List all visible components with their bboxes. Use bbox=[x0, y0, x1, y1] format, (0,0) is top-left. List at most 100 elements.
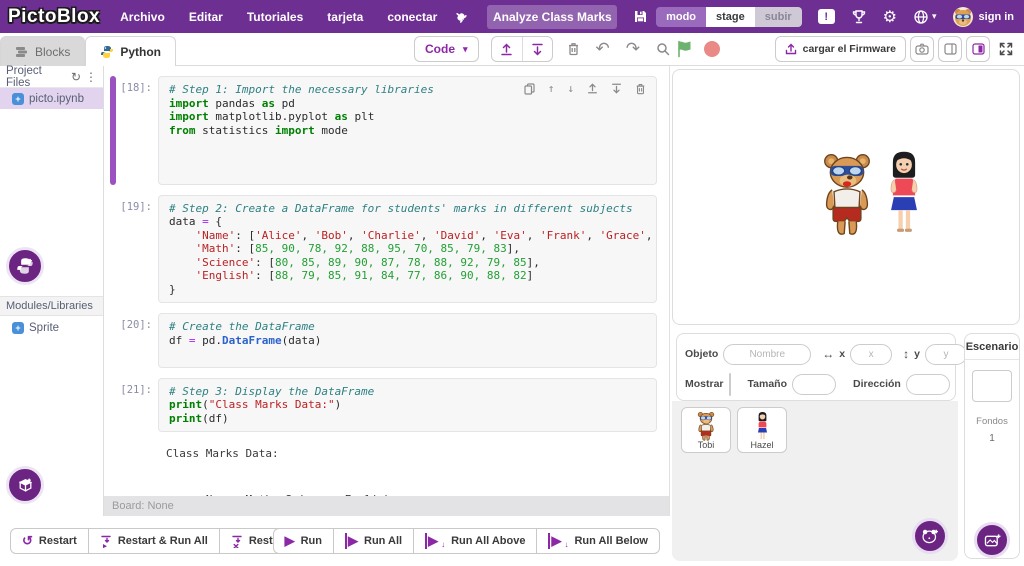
menu-conectar[interactable]: conectar bbox=[387, 10, 437, 24]
fullscreen-icon[interactable] bbox=[994, 36, 1018, 62]
add-python-file-button[interactable] bbox=[6, 247, 44, 285]
sprite-name-input[interactable] bbox=[723, 344, 811, 365]
chevron-down-icon: ▾ bbox=[463, 44, 468, 55]
restart-button[interactable]: ↺ Restart bbox=[10, 528, 89, 554]
file-item-picto-ipynb[interactable]: + picto.ipynb bbox=[0, 88, 103, 109]
trophy-icon[interactable] bbox=[851, 9, 867, 25]
code-line: # Step 3: Display the DataFrame bbox=[169, 385, 646, 399]
run-all-below-icon: ▶ bbox=[548, 533, 561, 549]
run-button[interactable]: ▶ Run bbox=[273, 528, 334, 554]
green-flag-icon[interactable] bbox=[676, 40, 694, 58]
notebook-cell[interactable]: [19]:# Step 2: Create a DataFrame for st… bbox=[112, 195, 657, 304]
show-eye-icon[interactable] bbox=[730, 374, 731, 395]
direccion-label: Dirección bbox=[853, 378, 901, 390]
menu-archivo[interactable]: Archivo bbox=[120, 10, 165, 24]
menu-tutoriales[interactable]: Tutoriales bbox=[247, 10, 303, 24]
x-position-input[interactable] bbox=[850, 344, 892, 365]
notebook-cell[interactable]: [20]:# Create the DataFramedf = pd.DataF… bbox=[112, 313, 657, 368]
add-module-button[interactable] bbox=[6, 466, 44, 504]
module-item-sprite[interactable]: + Sprite bbox=[0, 317, 103, 338]
move-cell-up-icon[interactable]: ↑ bbox=[548, 82, 555, 96]
stage-toolbar-right: cargar el Firmware bbox=[775, 36, 1018, 62]
insert-cell-above-icon[interactable] bbox=[587, 83, 598, 94]
blocks-icon bbox=[15, 46, 29, 58]
backdrop-thumbnail[interactable] bbox=[972, 370, 1012, 402]
notebook-cells: [18]:# Step 1: Import the necessary libr… bbox=[104, 66, 669, 496]
stage-canvas[interactable] bbox=[672, 69, 1020, 325]
menu-tarjeta[interactable]: tarjeta bbox=[327, 10, 363, 24]
run-button-group: ▶ Run ▶ Run All ▶↓ Run All Above ▶↓ Run … bbox=[273, 528, 660, 554]
cell-execution-count: [20]: bbox=[112, 313, 158, 368]
search-icon[interactable] bbox=[654, 42, 672, 56]
run-all-button[interactable]: ▶ Run All bbox=[333, 528, 414, 554]
insert-cell-below-icon[interactable] bbox=[611, 83, 622, 94]
stage-sprite-hazel[interactable] bbox=[885, 149, 923, 237]
restart-clear-output-icon bbox=[231, 535, 243, 548]
kernel-controls-bar: ↺ Restart Restart & Run All Restart & Cl… bbox=[0, 516, 670, 566]
stop-button[interactable] bbox=[704, 41, 720, 57]
upload-firmware-button[interactable]: cargar el Firmware bbox=[775, 36, 906, 62]
globe-caret-icon[interactable]: ▾ bbox=[932, 11, 937, 22]
copy-cell-icon[interactable] bbox=[524, 83, 535, 95]
undo-icon[interactable]: ↶ bbox=[594, 39, 612, 59]
notebook-panel: [18]:# Step 1: Import the necessary libr… bbox=[104, 66, 670, 516]
cell-output: Class Marks Data: Name Math Science Engl… bbox=[166, 442, 657, 496]
code-transfer-group bbox=[491, 36, 553, 62]
mode-stage-button[interactable]: stage bbox=[706, 7, 755, 27]
editor-tabs: Blocks Python bbox=[0, 36, 176, 66]
settings-gear-icon[interactable]: ⚙ bbox=[883, 7, 897, 27]
cell-actions-toolbar: ↑ ↓ bbox=[524, 82, 646, 96]
download-code-icon[interactable] bbox=[522, 37, 552, 61]
panel-layout-icon[interactable] bbox=[938, 36, 962, 62]
restart-icon: ↺ bbox=[22, 533, 33, 549]
delete-cell-icon[interactable] bbox=[635, 83, 646, 95]
x-label: x bbox=[839, 348, 845, 360]
menu-editar[interactable]: Editar bbox=[189, 10, 223, 24]
save-icon[interactable] bbox=[633, 9, 648, 24]
redo-icon[interactable]: ↷ bbox=[624, 39, 642, 59]
board-status-bar: Board: None bbox=[104, 496, 669, 516]
tab-python[interactable]: Python bbox=[85, 36, 176, 66]
upload-firmware-icon bbox=[785, 43, 797, 55]
cell-code-editor[interactable]: # Step 3: Display the DataFrameprint("Cl… bbox=[158, 378, 657, 433]
code-mode-dropdown[interactable]: Code ▾ bbox=[414, 36, 479, 62]
sign-in-button[interactable]: sign in bbox=[979, 11, 1014, 23]
language-globe-icon[interactable] bbox=[913, 9, 929, 25]
size-input[interactable] bbox=[792, 374, 836, 395]
split-layout-icon[interactable] bbox=[966, 36, 990, 62]
move-cell-down-icon[interactable]: ↓ bbox=[567, 82, 574, 96]
code-line: print("Class Marks Data:") bbox=[169, 398, 646, 412]
fondos-label: Fondos bbox=[965, 416, 1019, 427]
delete-icon[interactable] bbox=[565, 42, 582, 56]
pictoblox-logo[interactable]: PictoBlox bbox=[8, 6, 100, 28]
stage-sprite-tobi[interactable] bbox=[819, 151, 875, 239]
connect-plug-icon[interactable] bbox=[453, 9, 469, 25]
add-sprite-button[interactable] bbox=[912, 518, 948, 554]
x-axis-icon: ↔ bbox=[822, 347, 834, 361]
cell-code-editor[interactable]: # Step 1: Import the necessary libraries… bbox=[158, 76, 657, 185]
code-line: # Step 2: Create a DataFrame for student… bbox=[169, 202, 646, 216]
code-line: 'English': [88, 79, 85, 91, 84, 77, 86, … bbox=[169, 269, 646, 283]
direction-input[interactable] bbox=[906, 374, 950, 395]
upload-code-icon[interactable] bbox=[492, 37, 522, 61]
refresh-icon[interactable]: ↻ bbox=[69, 70, 83, 84]
cell-code-editor[interactable]: # Create the DataFramedf = pd.DataFrame(… bbox=[158, 313, 657, 368]
cell-code-editor[interactable]: # Step 2: Create a DataFrame for student… bbox=[158, 195, 657, 304]
kebab-menu-icon[interactable]: ⋮ bbox=[83, 70, 99, 84]
camera-icon[interactable] bbox=[910, 36, 934, 62]
y-position-input[interactable] bbox=[925, 344, 967, 365]
notebook-cell[interactable]: [21]:# Step 3: Display the DataFrameprin… bbox=[112, 378, 657, 433]
project-name-field[interactable]: Analyze Class Marks bbox=[487, 5, 617, 29]
tab-blocks[interactable]: Blocks bbox=[0, 36, 85, 66]
mode-upload-button[interactable]: subir bbox=[755, 7, 802, 27]
feedback-icon[interactable]: ! bbox=[818, 9, 835, 24]
code-line: # Create the DataFrame bbox=[169, 320, 646, 334]
user-avatar[interactable] bbox=[953, 7, 973, 27]
run-all-above-button[interactable]: ▶↓ Run All Above bbox=[413, 528, 537, 554]
run-all-below-button[interactable]: ▶↓ Run All Below bbox=[536, 528, 660, 554]
add-backdrop-button[interactable] bbox=[974, 522, 1010, 558]
notebook-cell[interactable]: [18]:# Step 1: Import the necessary libr… bbox=[112, 76, 657, 185]
sprite-card-hazel[interactable]: Hazel bbox=[737, 407, 787, 453]
sprite-card-tobi[interactable]: Tobi bbox=[681, 407, 731, 453]
restart-run-all-button[interactable]: Restart & Run All bbox=[88, 528, 220, 554]
